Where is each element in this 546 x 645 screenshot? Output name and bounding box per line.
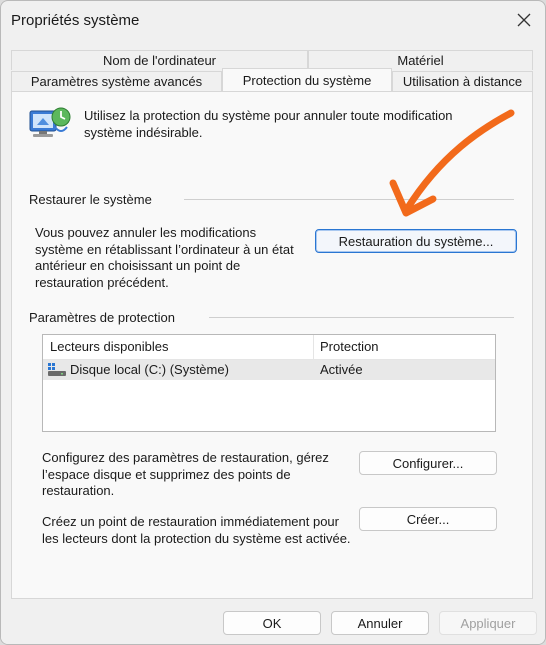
tab-computer-name[interactable]: Nom de l'ordinateur [11,50,308,70]
create-description: Créez un point de restauration immédiate… [42,514,351,546]
column-available-drives[interactable]: Lecteurs disponibles [44,335,314,359]
system-restore-button[interactable]: Restauration du système... [315,229,517,253]
annotation-arrow-icon [389,109,515,217]
tab-system-protection[interactable]: Protection du système [222,68,392,91]
protection-group-divider [209,317,514,318]
drives-list[interactable]: Lecteurs disponibles Protection Disque l… [42,334,496,432]
ok-button[interactable]: OK [223,611,321,635]
apply-button[interactable]: Appliquer [439,611,537,635]
column-protection[interactable]: Protection [314,335,494,359]
dialog-footer: OK Annuler Appliquer [1,599,545,644]
window-title: Propriétés système [11,12,140,29]
tab-remote[interactable]: Utilisation à distance [392,71,533,91]
protection-group-label: Paramètres de protection [29,310,175,325]
table-row[interactable]: Disque local (C:) (Système) Activée [43,360,495,380]
system-properties-window: Propriétés système Nom de l'ordinateur M… [0,0,546,645]
restore-description: Vous pouvez annuler les modifications sy… [35,225,294,290]
computer-shield-icon [29,107,71,137]
tab-advanced[interactable]: Paramètres système avancés [11,71,222,91]
cancel-button[interactable]: Annuler [331,611,429,635]
tab-row-front: Paramètres système avancés Protection du… [11,68,533,92]
close-icon [517,13,531,27]
create-button[interactable]: Créer... [359,507,497,531]
drive-icon [48,363,66,376]
configure-button[interactable]: Configurer... [359,451,497,475]
drive-name: Disque local (C:) (Système) [70,362,229,377]
configure-description: Configurez des paramètres de restauratio… [42,450,329,498]
restore-group-label: Restaurer le système [29,192,152,207]
close-button[interactable] [509,6,539,34]
tab-hardware[interactable]: Matériel [308,50,533,70]
drives-list-header: Lecteurs disponibles Protection [43,335,495,360]
drive-protection-status: Activée [320,362,363,377]
